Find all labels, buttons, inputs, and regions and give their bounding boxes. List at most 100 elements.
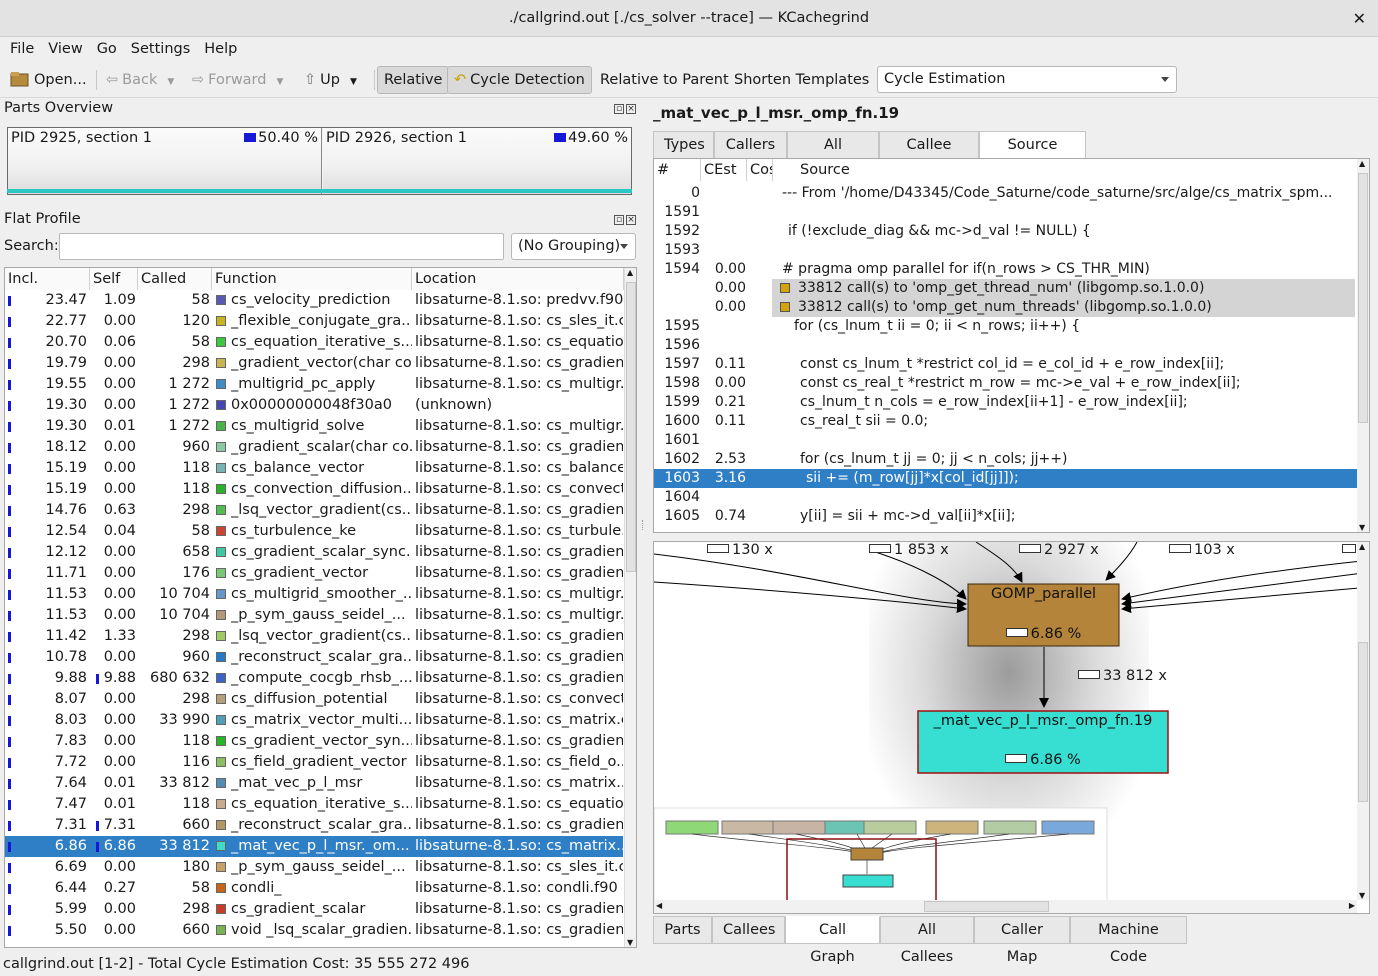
scroll-left-icon[interactable]: ◀ <box>656 901 662 910</box>
col-incl[interactable]: Incl. <box>5 268 90 290</box>
source-line[interactable]: 1597 0.11 const cs_lnum_t *restrict col_id… <box>654 355 1357 374</box>
close-icon[interactable]: × <box>626 104 636 114</box>
scroll-thumb[interactable] <box>1358 173 1368 423</box>
call-edge[interactable] <box>1121 571 1370 608</box>
menu-view[interactable]: View <box>48 37 82 61</box>
scroll-thumb[interactable] <box>924 901 1049 912</box>
table-row[interactable]: 20.70 0.06 58 cs_equation_iterative_s... lib… <box>5 332 623 353</box>
tab-caller-map[interactable]: Caller Map <box>974 916 1070 965</box>
tab-source-code[interactable]: Source Code <box>979 131 1086 180</box>
menu-help[interactable]: Help <box>204 37 237 61</box>
flat-scrollbar[interactable]: ▲ ▼ <box>624 268 636 947</box>
back-button[interactable]: ⇦ Back ▼ <box>106 66 174 94</box>
table-row[interactable]: 22.77 0.00 120 _flexible_conjugate_gra... li… <box>5 311 623 332</box>
source-line[interactable]: 1600 0.11 cs_real_t sii = 0.0; <box>654 412 1357 431</box>
chevron-down-icon[interactable]: ▼ <box>350 77 357 87</box>
part-1[interactable]: PID 2925, section 1 50.40 % <box>8 128 322 194</box>
scroll-up-icon[interactable]: ▲ <box>1359 542 1365 551</box>
table-row[interactable]: 11.42 1.33 298 _lsq_vector_gradient(cs... li… <box>5 626 623 647</box>
source-scrollbar[interactable]: ▲ ▼ <box>1357 159 1369 532</box>
table-row[interactable]: 11.71 0.00 176 cs_gradient_vector libsaturne… <box>5 563 623 584</box>
source-line[interactable]: 1598 0.00 const cs_real_t *restrict m_row … <box>654 374 1357 393</box>
tab-all-callers[interactable]: All Callers <box>787 131 879 180</box>
open-button[interactable]: Open... <box>10 66 87 94</box>
table-row[interactable]: 10.78 0.00 960 _reconstruct_scalar_gra... li… <box>5 647 623 668</box>
relative-toggle[interactable]: Relative <box>377 66 450 94</box>
table-row[interactable]: 19.30 0.01 1 272 cs_multigrid_solve libsatur… <box>5 416 623 437</box>
close-icon[interactable]: ✕ <box>1353 0 1366 37</box>
col-cest[interactable]: CEst <box>701 159 747 181</box>
relative-to-parent-toggle[interactable]: Relative to Parent <box>600 66 729 94</box>
search-input[interactable] <box>59 233 504 260</box>
table-row[interactable]: 19.30 0.00 1 272 0x00000000048f30a0 (unknown… <box>5 395 623 416</box>
scroll-down-icon[interactable]: ▼ <box>627 938 633 947</box>
col-source[interactable]: Source <box>797 159 1357 181</box>
table-row[interactable]: 7.47 0.01 118 cs_equation_iterative_s... lib… <box>5 794 623 815</box>
tab-parts[interactable]: Parts <box>653 916 712 944</box>
call-edge[interactable] <box>1121 559 1370 602</box>
chevron-down-icon[interactable]: ▼ <box>276 77 283 87</box>
grouping-select[interactable]: (No Grouping) <box>511 233 636 260</box>
table-row[interactable]: 6.44 0.27 58 condli_ libsaturne-8.1.so: cond… <box>5 878 623 899</box>
up-button[interactable]: ⇧ Up ▼ <box>304 66 357 94</box>
event-type-select[interactable]: Cycle Estimation <box>877 66 1177 93</box>
menu-go[interactable]: Go <box>97 37 117 61</box>
tab-all-callees[interactable]: All Callees <box>880 916 974 965</box>
menu-file[interactable]: File <box>10 37 34 61</box>
table-row[interactable]: 9.88 9.88 680 632 _compute_cocgb_rhsb_... li… <box>5 668 623 689</box>
call-edge[interactable] <box>1121 586 1370 614</box>
col-line[interactable]: # <box>654 159 701 181</box>
float-icon[interactable]: ▫ <box>614 215 624 225</box>
table-row[interactable]: 12.12 0.00 658 cs_gradient_scalar_sync... li… <box>5 542 623 563</box>
source-line[interactable]: 1591 <box>654 203 1357 222</box>
table-row[interactable]: 5.99 0.00 298 cs_gradient_scalar libsaturne-… <box>5 899 623 920</box>
table-row[interactable]: 14.76 0.63 298 _lsq_vector_gradient(cs... li… <box>5 500 623 521</box>
table-row[interactable]: 19.55 0.00 1 272 _multigrid_pc_apply libsatu… <box>5 374 623 395</box>
tab-callers[interactable]: Callers <box>714 131 787 159</box>
source-line[interactable]: 1595 for (cs_lnum_t ii = 0; ii < n_rows; … <box>654 317 1357 336</box>
table-row[interactable]: 19.79 0.00 298 _gradient_vector(char co... l… <box>5 353 623 374</box>
col-function[interactable]: Function <box>212 268 412 290</box>
col-cos[interactable]: Cos <box>747 159 773 181</box>
scroll-down-icon[interactable]: ▼ <box>1359 891 1365 900</box>
table-row[interactable]: 8.07 0.00 298 cs_diffusion_potential libsatu… <box>5 689 623 710</box>
graph-vscroll[interactable]: ▲ ▼ <box>1357 542 1369 900</box>
table-row[interactable]: 7.31 7.31 660 _reconstruct_scalar_gra... lib… <box>5 815 623 836</box>
table-row[interactable]: 8.03 0.00 33 990 cs_matrix_vector_multi... l… <box>5 710 623 731</box>
source-line[interactable]: 1602 2.53 for (cs_lnum_t jj = 0; jj < n_co… <box>654 450 1357 469</box>
source-line[interactable]: 1596 <box>654 336 1357 355</box>
forward-button[interactable]: ⇨ Forward ▼ <box>192 66 283 94</box>
table-row[interactable]: 6.69 0.00 180 _p_sym_gauss_seidel_... libsat… <box>5 857 623 878</box>
table-row[interactable]: 7.83 0.00 118 cs_gradient_vector_syn... libs… <box>5 731 623 752</box>
table-row[interactable]: 11.53 0.00 10 704 _p_sym_gauss_seidel_... li… <box>5 605 623 626</box>
source-line[interactable]: 0 --- From '/home/D43345/Code_Saturne/cod… <box>654 184 1357 203</box>
table-row[interactable]: 18.12 0.00 960 _gradient_scalar(char co... l… <box>5 437 623 458</box>
col-location[interactable]: Location <box>412 268 624 290</box>
table-row[interactable]: 7.72 0.00 116 cs_field_gradient_vector libsa… <box>5 752 623 773</box>
table-row[interactable]: 6.86 6.86 33 812 _mat_vec_p_l_msr._om... lib… <box>5 836 623 857</box>
tab-callees[interactable]: Callees <box>712 916 785 944</box>
splitter-handle[interactable] <box>642 520 645 530</box>
graph-hscroll[interactable]: ◀ ▶ <box>654 900 1357 913</box>
table-row[interactable]: 23.47 1.09 58 cs_velocity_prediction libsatu… <box>5 290 623 311</box>
table-row[interactable]: 7.64 0.01 33 812 _mat_vec_p_l_msr libsaturne… <box>5 773 623 794</box>
scroll-thumb[interactable] <box>626 282 636 572</box>
tab-callee-map[interactable]: Callee Map <box>879 131 979 180</box>
col-called[interactable]: Called <box>138 268 212 290</box>
table-row[interactable]: 11.53 0.00 10 704 cs_multigrid_smoother_...… <box>5 584 623 605</box>
shorten-templates-toggle[interactable]: Shorten Templates <box>734 66 869 94</box>
source-call-row[interactable]: 0.00 33812 call(s) to 'omp_get_thread_num… <box>654 279 1357 298</box>
source-line[interactable]: 1592 if (!exclude_diag && mc->d_val != NU… <box>654 222 1357 241</box>
table-row[interactable]: 15.19 0.00 118 cs_balance_vector libsaturne-… <box>5 458 623 479</box>
scroll-up-icon[interactable]: ▲ <box>627 268 633 277</box>
tab-call-graph[interactable]: Call Graph <box>785 916 880 965</box>
close-icon[interactable]: × <box>626 215 636 225</box>
col-self[interactable]: Self <box>90 268 138 290</box>
table-row[interactable]: 5.50 0.00 660 void _lsq_scalar_gradien... li… <box>5 920 623 941</box>
scroll-thumb[interactable] <box>1358 642 1368 802</box>
source-call-row[interactable]: 0.00 33812 call(s) to 'omp_get_num_thread… <box>654 298 1357 317</box>
source-line[interactable]: 1604 <box>654 488 1357 507</box>
chevron-down-icon[interactable]: ▼ <box>167 77 174 87</box>
source-line[interactable]: 1603 3.16 sii += (m_row[jj]*x[col_id[jj]])… <box>654 469 1357 488</box>
cycle-detection-toggle[interactable]: ↶ Cycle Detection <box>447 66 592 94</box>
